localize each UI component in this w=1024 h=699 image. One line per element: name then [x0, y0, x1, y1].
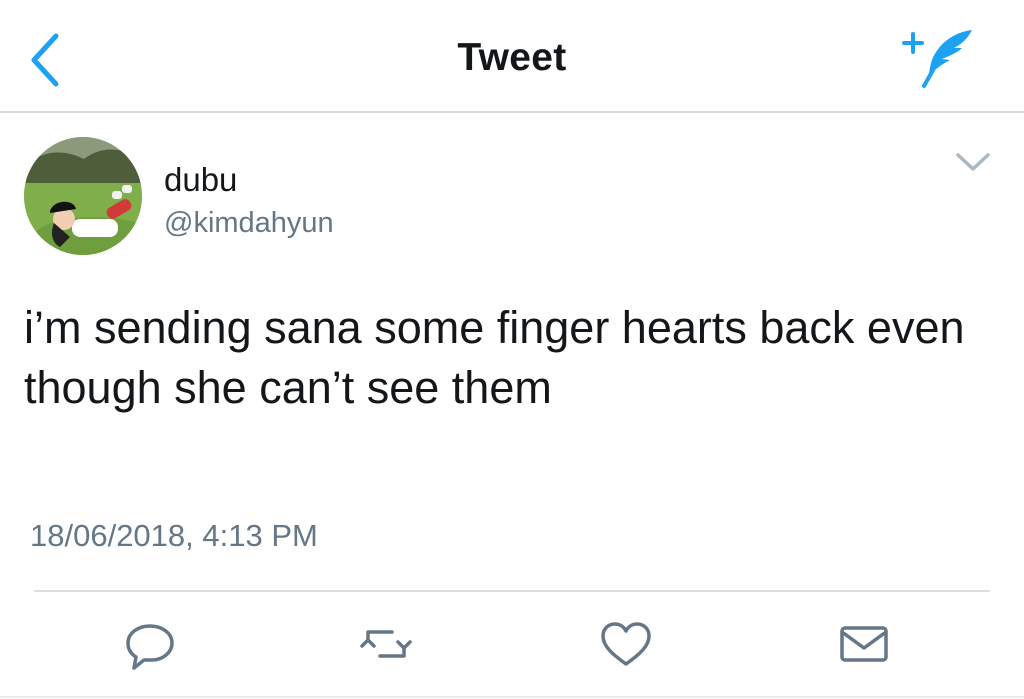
avatar[interactable] — [24, 137, 142, 255]
display-name[interactable]: dubu — [164, 161, 237, 199]
tweet-text: i’m sending sana some finger hearts back… — [24, 302, 965, 413]
username-handle[interactable]: @kimdahyun — [164, 207, 334, 240]
reply-button[interactable] — [122, 618, 178, 670]
tweet-menu-button[interactable] — [948, 143, 998, 179]
avatar-image — [24, 137, 142, 255]
direct-message-button[interactable] — [836, 618, 892, 670]
envelope-icon — [840, 626, 888, 662]
chevron-down-icon — [956, 153, 990, 171]
retweet-button[interactable] — [358, 618, 414, 670]
compose-tweet-button[interactable] — [898, 24, 982, 92]
compose-tweet-icon — [902, 30, 972, 88]
tweet-header: dubu @kimdahyun — [0, 113, 1024, 273]
like-button[interactable] — [598, 618, 654, 670]
tweet-timestamp: 18/06/2018, 4:13 PM — [30, 518, 318, 553]
retweet-icon — [360, 630, 412, 658]
navigation-bar: Tweet — [0, 0, 1024, 113]
reply-icon — [126, 624, 174, 670]
divider — [34, 590, 990, 592]
page-title: Tweet — [457, 36, 567, 79]
bottom-divider — [0, 696, 1024, 698]
heart-icon — [601, 622, 651, 666]
